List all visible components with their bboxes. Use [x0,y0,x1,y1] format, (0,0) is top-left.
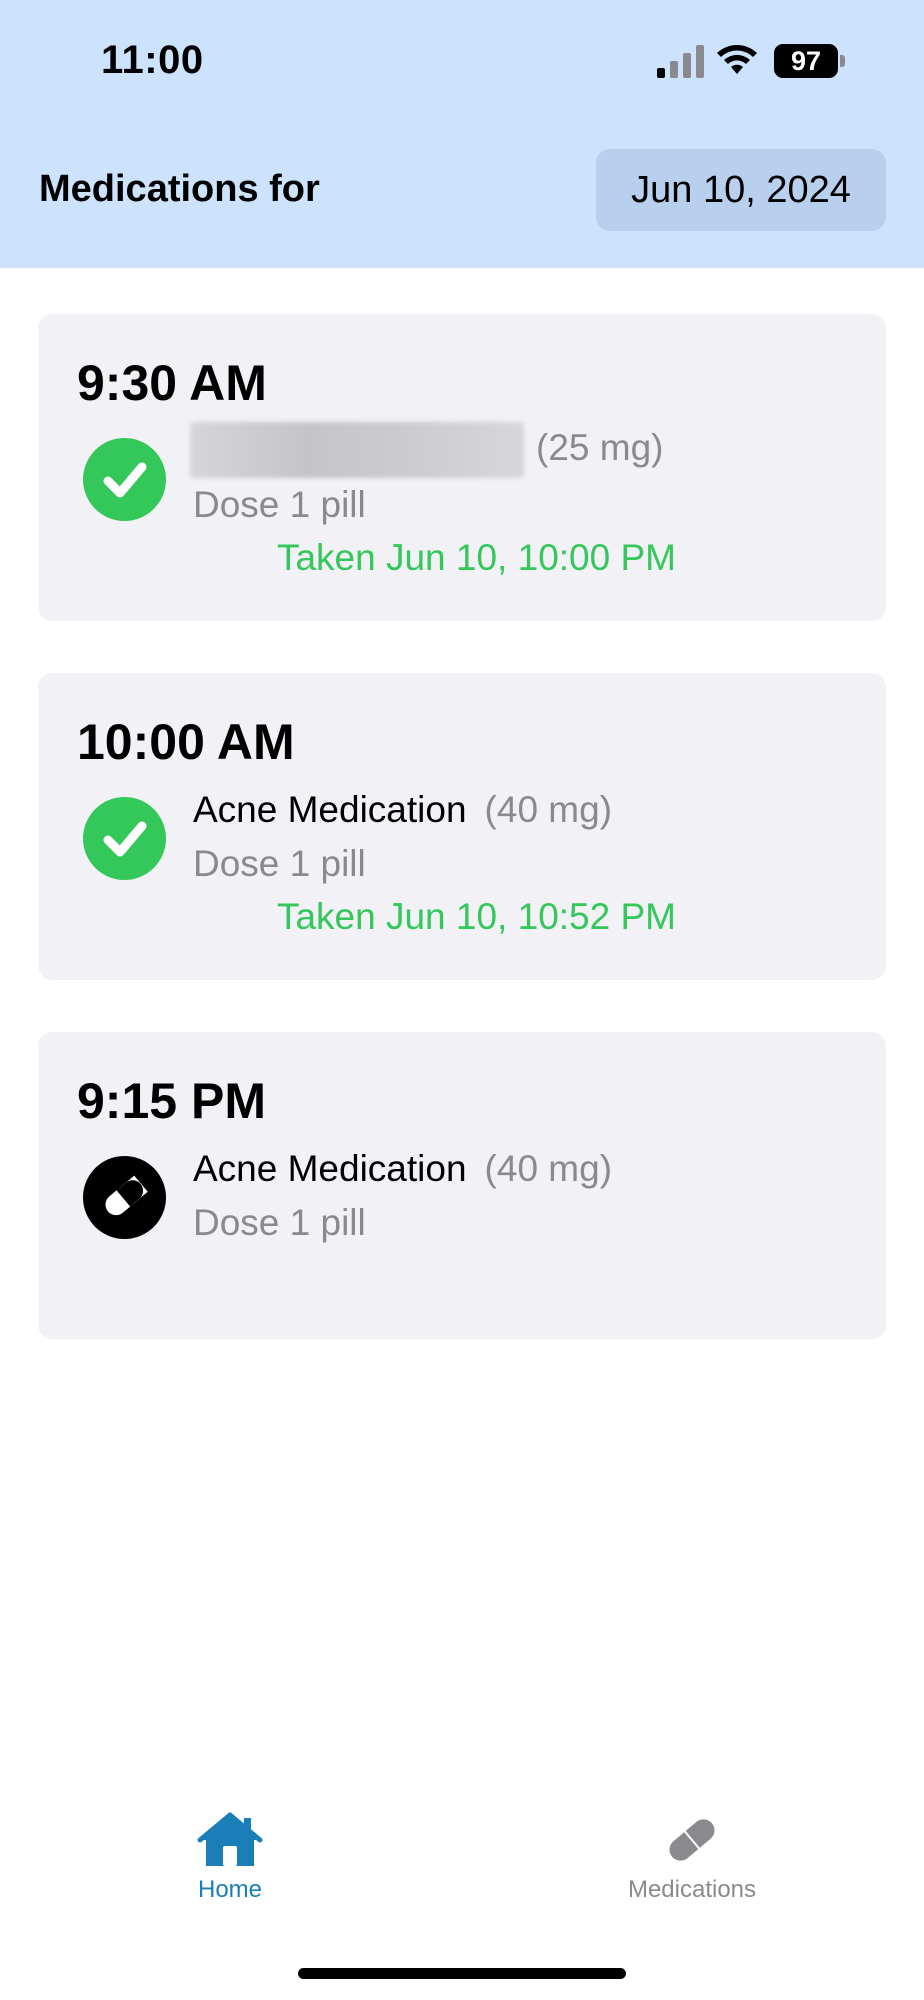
dose-time: 9:15 PM [77,1073,266,1129]
wifi-icon [717,45,757,74]
header: 11:00 97 Medications for Jun 10, 2024 [0,0,924,268]
redacted-medication-name [190,422,524,478]
house-icon [197,1812,263,1866]
taken-timestamp: Taken Jun 10, 10:00 PM [276,537,676,578]
medication-strength: (25 mg) [536,426,664,468]
screen: 11:00 97 Medications for Jun 10, 2024 9:… [0,0,924,2000]
dose-card[interactable]: 10:00 AM Acne Medication (40 mg) Dose 1 p… [38,673,886,980]
taken-check-icon[interactable] [83,438,166,521]
medication-strength: (40 mg) [484,1148,613,1189]
battery-icon: 97 [774,44,838,78]
home-indicator[interactable] [298,1968,626,1979]
taken-timestamp: Taken Jun 10, 10:52 PM [276,896,676,937]
tab-home[interactable]: Home [130,1812,330,1922]
battery-nub [840,55,845,67]
date-picker-button[interactable]: Jun 10, 2024 [596,149,886,231]
pill-status-icon[interactable] [83,1156,166,1239]
medication-name: Acne Medication [193,789,467,830]
dose-amount: Dose 1 pill [193,1202,366,1243]
tab-medications[interactable]: Medications [592,1812,792,1922]
status-time: 11:00 [101,38,204,82]
dose-amount: Dose 1 pill [193,843,366,884]
medication-line: Acne Medication (40 mg) [193,1148,612,1190]
dose-card[interactable]: 9:15 PM Acne Medication (40 mg) Dose 1 pi… [38,1032,886,1339]
dose-time: 9:30 AM [77,355,267,411]
cellular-signal-icon [657,45,704,78]
dose-time: 10:00 AM [77,714,295,770]
taken-check-icon[interactable] [83,797,166,880]
medication-strength: (40 mg) [484,789,613,830]
pill-icon [669,1819,715,1861]
tab-home-label: Home [197,1876,263,1903]
medication-line: (25 mg) [190,422,663,478]
page-title: Medications for [39,168,320,210]
dose-amount: Dose 1 pill [193,484,366,525]
tab-medications-label: Medications [627,1876,757,1903]
dose-card[interactable]: 9:30 AM (25 mg) Dose 1 pill Taken Jun 10… [38,314,886,621]
medication-line: Acne Medication (40 mg) [193,789,612,831]
medication-name: Acne Medication [193,1148,467,1189]
